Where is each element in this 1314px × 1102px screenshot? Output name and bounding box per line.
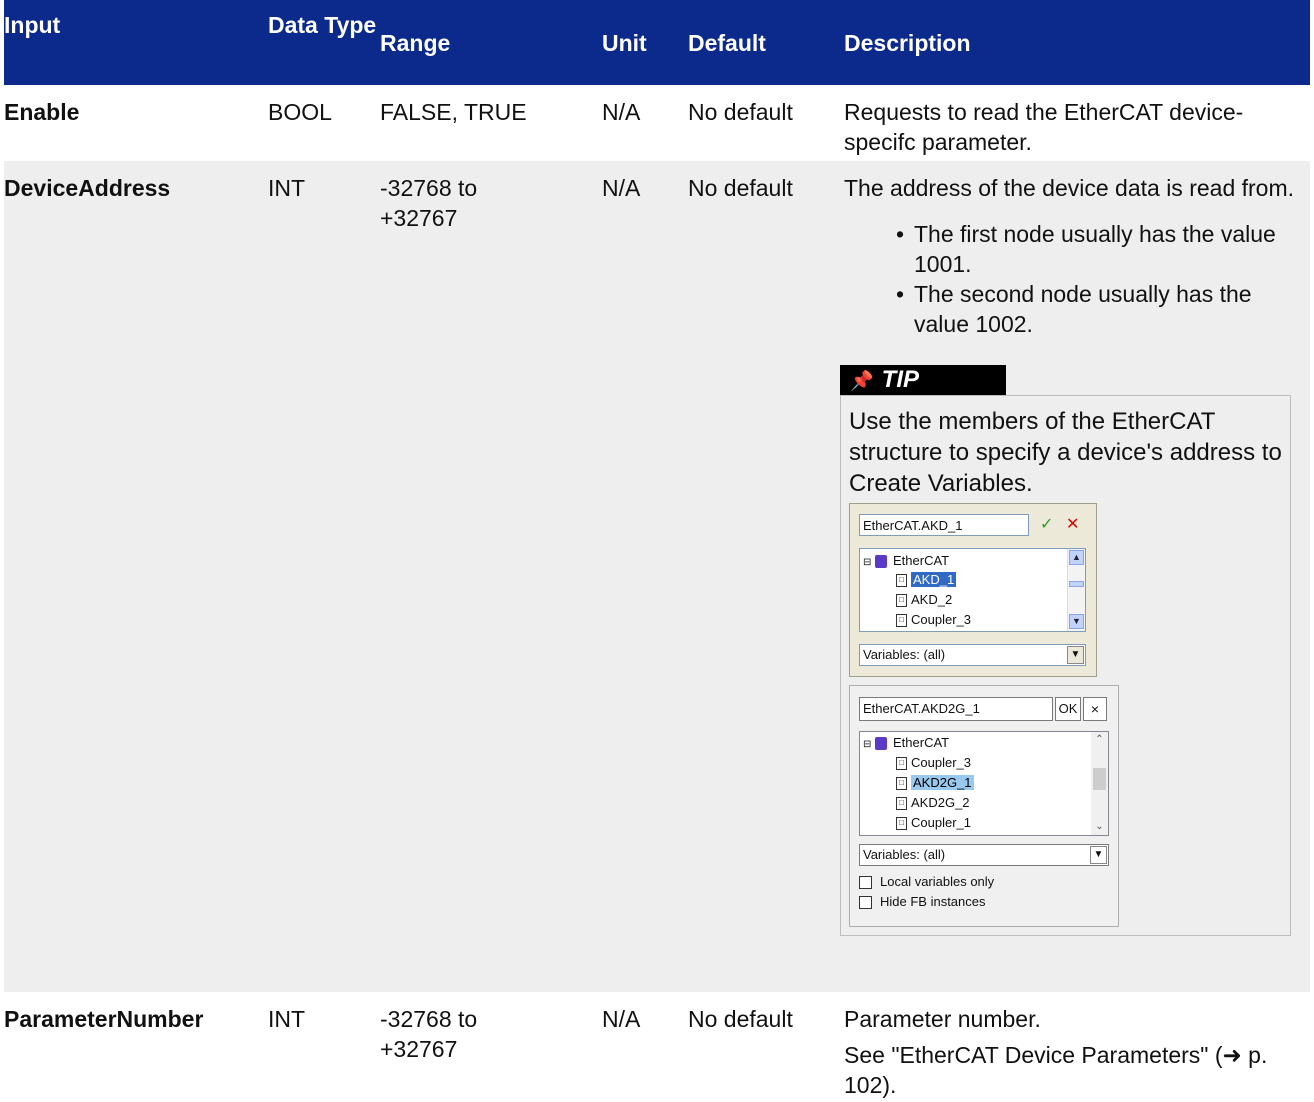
- checkbox-icon[interactable]: [859, 876, 872, 890]
- node-icon: □: [896, 574, 907, 588]
- node-icon: □: [896, 594, 907, 608]
- confirm-check-icon[interactable]: ✓: [1040, 516, 1053, 534]
- variable-path-input[interactable]: EtherCAT.AKD_1: [859, 514, 1029, 536]
- tip-header: 📌 TIP: [840, 365, 1006, 395]
- tree-scrollbar[interactable]: ⌃ ⌄: [1091, 732, 1108, 835]
- tip-text: Use the members of the EtherCAT structur…: [849, 408, 1282, 497]
- list-item: • The first node usually has the value 10…: [896, 221, 1276, 277]
- list-item: • The second node usually has the value 1…: [896, 281, 1252, 337]
- row-input-name: ParameterNumber: [4, 992, 266, 1102]
- cross-reference-link[interactable]: See "EtherCAT Device Parameters" (➜ p. 1…: [844, 1040, 1302, 1100]
- tree-item[interactable]: □ Coupler_1: [896, 813, 971, 833]
- cancel-x-icon[interactable]: ✕: [1066, 516, 1079, 534]
- row-input-name: DeviceAddress: [4, 161, 266, 992]
- row-range: -32768 to +32767: [380, 992, 594, 1102]
- chevron-down-icon[interactable]: ▼: [1090, 846, 1107, 864]
- table-header-row: Input Data Type Range Unit Default Descr…: [4, 0, 1310, 85]
- ok-button[interactable]: OK: [1055, 697, 1081, 721]
- header-data-type: Data Type: [266, 0, 380, 85]
- row-default: No default: [680, 992, 834, 1102]
- tree-item[interactable]: □ AKD2G_1: [896, 773, 974, 793]
- collapse-icon[interactable]: ⊟: [863, 739, 871, 750]
- tree-scrollbar[interactable]: ▲ ▼: [1067, 549, 1085, 631]
- tree-item[interactable]: □ AKD2G_2: [896, 793, 970, 813]
- table-row: Enable BOOL FALSE, TRUE N/A No default R…: [4, 85, 1310, 161]
- node-icon: □: [896, 817, 907, 831]
- table-row: ParameterNumber INT -32768 to +32767 N/A…: [4, 992, 1310, 1102]
- row-data-type: BOOL: [266, 85, 380, 161]
- row-description: Requests to read the EtherCAT device-spe…: [844, 99, 1244, 155]
- row-range: -32768 to +32767: [380, 161, 594, 992]
- row-default: No default: [680, 85, 834, 161]
- scroll-down-icon[interactable]: ⌄: [1091, 819, 1108, 835]
- node-icon: □: [896, 757, 907, 771]
- node-icon: □: [896, 614, 907, 628]
- scroll-thumb[interactable]: [1069, 581, 1084, 587]
- collapse-icon[interactable]: ⊟: [863, 557, 871, 568]
- scroll-up-icon[interactable]: ⌃: [1091, 732, 1108, 748]
- header-unit: Unit: [594, 0, 680, 85]
- variable-selector-dialog-1: EtherCAT.AKD_1 ✓ ✕ ⊟ EtherCAT □ AKD_1 □ …: [849, 503, 1097, 677]
- header-range: Range: [380, 0, 594, 85]
- checkbox-icon[interactable]: [859, 896, 872, 910]
- variable-path-input[interactable]: EtherCAT.AKD2G_1: [859, 697, 1053, 721]
- row-data-type: INT: [266, 161, 380, 992]
- database-icon: [875, 555, 888, 569]
- variables-filter-select[interactable]: Variables: (all) ▼: [859, 844, 1109, 866]
- row-description: Parameter number.: [844, 1006, 1041, 1032]
- row-range: FALSE, TRUE: [380, 85, 594, 161]
- variable-tree[interactable]: ⊟ EtherCAT □ Coupler_3 □ AKD2G_1 □ AKD2G_2: [859, 731, 1109, 836]
- node-icon: □: [896, 777, 907, 791]
- row-default: No default: [680, 161, 834, 992]
- row-description: The address of the device data is read f…: [844, 175, 1295, 201]
- close-button[interactable]: ×: [1083, 697, 1107, 721]
- tree-item[interactable]: □ Coupler_3: [896, 753, 971, 773]
- local-variables-checkbox[interactable]: Local variables only: [859, 874, 994, 890]
- variable-selector-dialog-2: EtherCAT.AKD2G_1 OK × ⊟ EtherCAT □ Couple…: [849, 685, 1119, 927]
- tree-item[interactable]: □ AKD_1: [896, 569, 957, 590]
- parameters-table: Input Data Type Range Unit Default Descr…: [4, 0, 1310, 1102]
- header-default: Default: [680, 0, 834, 85]
- node-icon: □: [896, 797, 907, 811]
- bullet-list: • The first node usually has the value 10…: [844, 219, 1302, 339]
- pin-icon: 📌: [850, 371, 874, 392]
- scroll-thumb[interactable]: [1093, 768, 1106, 790]
- row-unit: N/A: [594, 161, 680, 992]
- chevron-down-icon[interactable]: ▼: [1067, 646, 1084, 664]
- scroll-up-icon[interactable]: ▲: [1069, 550, 1084, 565]
- row-unit: N/A: [594, 992, 680, 1102]
- row-data-type: INT: [266, 992, 380, 1102]
- header-description: Description: [834, 0, 1310, 85]
- row-input-name: Enable: [4, 85, 266, 161]
- variable-tree[interactable]: ⊟ EtherCAT □ AKD_1 □ AKD_2 □ Coupler_3 ▲…: [859, 548, 1086, 632]
- scroll-down-icon[interactable]: ▼: [1069, 614, 1084, 629]
- header-input: Input: [4, 0, 266, 85]
- tree-root[interactable]: ⊟ EtherCAT: [863, 733, 949, 755]
- hide-fb-instances-checkbox[interactable]: Hide FB instances: [859, 894, 986, 910]
- row-unit: N/A: [594, 85, 680, 161]
- tip-box: Use the members of the EtherCAT structur…: [840, 395, 1291, 936]
- variables-filter-select[interactable]: Variables: (all) ▼: [859, 644, 1086, 666]
- tree-item[interactable]: □ AKD_2: [896, 589, 952, 610]
- tree-item[interactable]: □ Coupler_3: [896, 609, 971, 630]
- database-icon: [875, 737, 888, 751]
- table-row: DeviceAddress INT -32768 to +32767 N/A N…: [4, 161, 1310, 992]
